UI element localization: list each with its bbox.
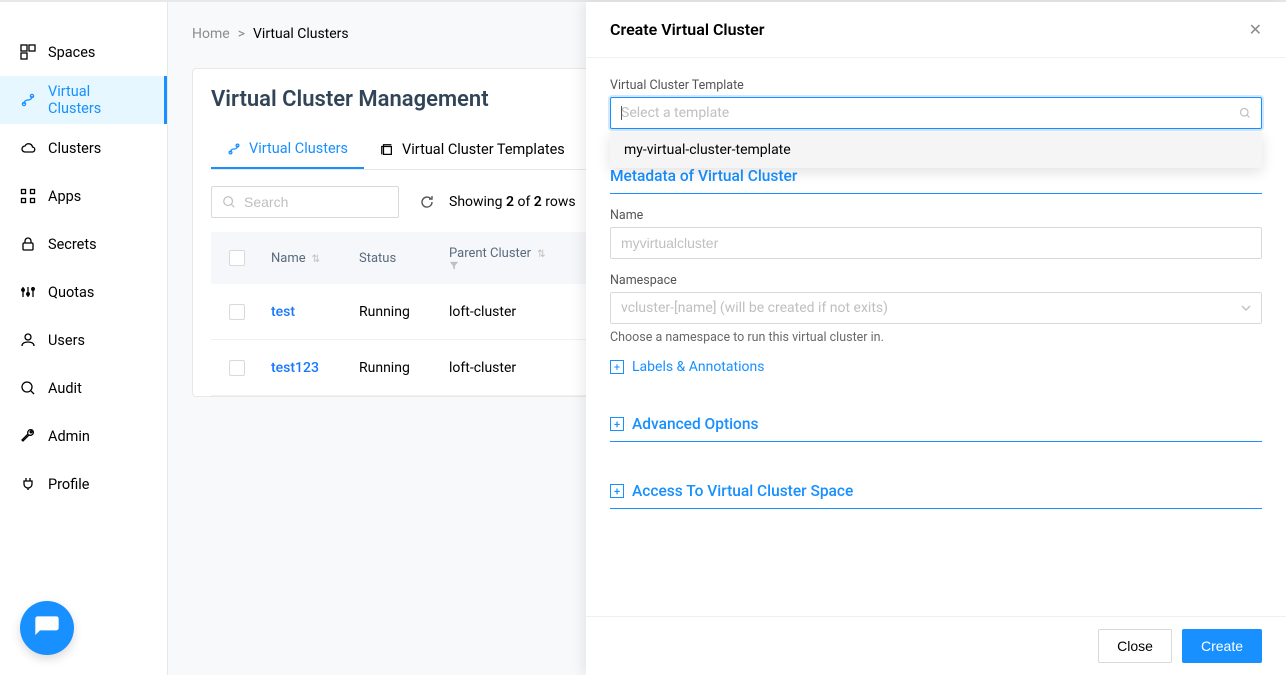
- search-icon: [20, 380, 36, 396]
- search-input[interactable]: [244, 194, 384, 210]
- apps-icon: [20, 188, 36, 204]
- sidebar-item-label: Profile: [48, 476, 89, 493]
- sidebar-item-apps[interactable]: Apps: [0, 172, 167, 220]
- chevron-down-icon: [1241, 303, 1251, 313]
- template-label: Virtual Cluster Template: [610, 78, 1262, 93]
- wrench-icon: [20, 428, 36, 444]
- sort-icon: ⇅: [537, 249, 545, 260]
- advanced-options-section[interactable]: + Advanced Options: [610, 415, 1262, 442]
- sidebar-item-label: Secrets: [48, 236, 97, 253]
- user-icon: [20, 332, 36, 348]
- sidebar-item-label: Audit: [48, 380, 82, 397]
- sidebar-item-label: Spaces: [48, 44, 95, 61]
- template-select[interactable]: Select a template: [610, 97, 1262, 129]
- sidebar-item-label: Apps: [48, 188, 81, 205]
- select-all-checkbox[interactable]: [211, 250, 257, 266]
- search-box[interactable]: [211, 186, 399, 218]
- name-input[interactable]: [610, 227, 1262, 259]
- row-checkbox[interactable]: [211, 304, 257, 320]
- sidebar-item-quotas[interactable]: Quotas: [0, 268, 167, 316]
- search-icon: [222, 195, 236, 209]
- tab-label: Virtual Clusters: [249, 140, 348, 157]
- namespace-placeholder: vcluster-[name] (will be created if not …: [621, 300, 888, 316]
- template-dropdown: my-virtual-cluster-template: [610, 132, 1262, 168]
- sidebar-item-label: Users: [48, 332, 85, 349]
- breadcrumb-current: Virtual Clusters: [253, 26, 349, 42]
- template-icon: [380, 143, 394, 157]
- plus-icon: +: [610, 484, 624, 498]
- tab-virtual-clusters[interactable]: Virtual Clusters: [211, 130, 364, 169]
- drawer-title: Create Virtual Cluster: [610, 20, 764, 39]
- row-count: Showing 2 of 2 rows: [449, 194, 576, 210]
- breadcrumb-separator: >: [238, 26, 245, 42]
- sliders-icon: [20, 284, 36, 300]
- tab-label: Virtual Cluster Templates: [402, 141, 565, 158]
- tab-virtual-cluster-templates[interactable]: Virtual Cluster Templates: [364, 130, 581, 169]
- plus-icon: +: [610, 360, 624, 374]
- sidebar: Spaces Virtual Clusters Clusters Apps Se…: [0, 2, 168, 675]
- row-parent: loft-cluster: [435, 360, 575, 376]
- vclusters-icon: [227, 142, 241, 156]
- row-status: Running: [345, 304, 435, 320]
- close-button[interactable]: Close: [1098, 629, 1172, 663]
- drawer-header: Create Virtual Cluster ✕: [586, 2, 1286, 58]
- vclusters-icon: [20, 92, 36, 108]
- sidebar-item-clusters[interactable]: Clusters: [0, 124, 167, 172]
- plus-icon: +: [610, 417, 624, 431]
- row-name-link[interactable]: test: [271, 304, 295, 320]
- sidebar-item-audit[interactable]: Audit: [0, 364, 167, 412]
- sidebar-item-admin[interactable]: Admin: [0, 412, 167, 460]
- template-placeholder: Select a template: [621, 105, 729, 121]
- filter-icon[interactable]: [449, 261, 575, 271]
- namespace-select[interactable]: vcluster-[name] (will be created if not …: [610, 292, 1262, 324]
- create-button[interactable]: Create: [1182, 629, 1262, 663]
- row-checkbox[interactable]: [211, 360, 257, 376]
- sidebar-item-label: Virtual Clusters: [48, 83, 144, 117]
- access-section[interactable]: + Access To Virtual Cluster Space: [610, 482, 1262, 509]
- sidebar-item-label: Admin: [48, 428, 90, 445]
- template-option[interactable]: my-virtual-cluster-template: [610, 132, 1262, 168]
- sidebar-item-secrets[interactable]: Secrets: [0, 220, 167, 268]
- sidebar-item-users[interactable]: Users: [0, 316, 167, 364]
- namespace-label: Namespace: [610, 273, 1262, 288]
- sort-icon: ⇅: [312, 254, 320, 265]
- sidebar-item-profile[interactable]: Profile: [0, 460, 167, 508]
- spaces-icon: [20, 44, 36, 60]
- labels-annotations-link[interactable]: + Labels & Annotations: [610, 359, 1262, 375]
- plug-icon: [20, 476, 36, 492]
- reload-button[interactable]: [419, 194, 435, 210]
- column-parent-cluster[interactable]: Parent Cluster⇅: [435, 246, 575, 271]
- lock-icon: [20, 236, 36, 252]
- cloud-icon: [20, 140, 36, 156]
- sidebar-item-virtual-clusters[interactable]: Virtual Clusters: [0, 76, 167, 124]
- drawer-footer: Close Create: [586, 616, 1286, 675]
- drawer-body: Virtual Cluster Template Select a templa…: [586, 58, 1286, 616]
- namespace-hint: Choose a namespace to run this virtual c…: [610, 330, 1262, 345]
- sidebar-item-spaces[interactable]: Spaces: [0, 28, 167, 76]
- create-drawer: Create Virtual Cluster ✕ Virtual Cluster…: [586, 2, 1286, 675]
- row-name-link[interactable]: test123: [271, 360, 319, 376]
- column-status[interactable]: Status: [345, 251, 435, 266]
- row-status: Running: [345, 360, 435, 376]
- sidebar-item-label: Clusters: [48, 140, 101, 157]
- name-label: Name: [610, 208, 1262, 223]
- support-chat-button[interactable]: [20, 601, 74, 655]
- row-parent: loft-cluster: [435, 304, 575, 320]
- sidebar-item-label: Quotas: [48, 284, 94, 301]
- column-name[interactable]: Name⇅: [257, 251, 345, 266]
- search-icon: [1239, 107, 1251, 119]
- breadcrumb-home[interactable]: Home: [192, 26, 230, 42]
- close-icon[interactable]: ✕: [1249, 20, 1262, 39]
